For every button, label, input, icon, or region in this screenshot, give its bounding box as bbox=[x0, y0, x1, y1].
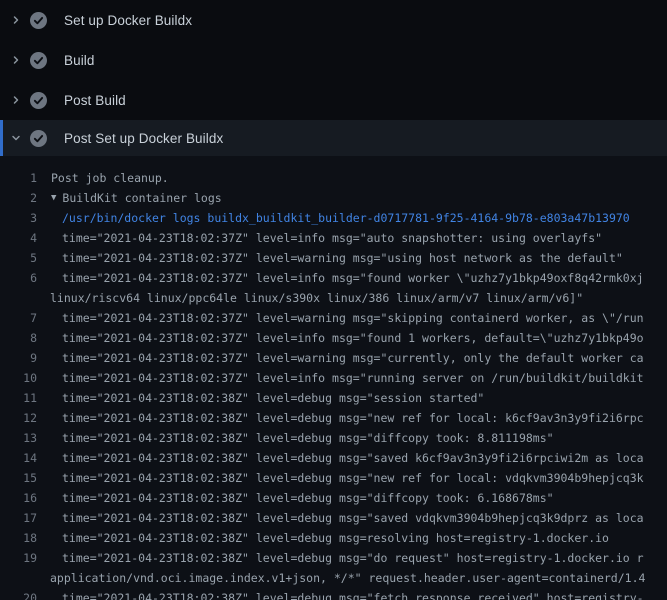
steps-list: Set up Docker Buildx Build P bbox=[0, 0, 667, 600]
log-line-number[interactable]: 13 bbox=[0, 428, 37, 448]
log-line: 5 time="2021-04-23T18:02:37Z" level=warn… bbox=[0, 248, 667, 268]
log-line: 20 time="2021-04-23T18:02:38Z" level=deb… bbox=[0, 588, 667, 600]
step-row-post-set-up-docker-buildx[interactable]: Post Set up Docker Buildx bbox=[0, 120, 667, 156]
log-line-number[interactable] bbox=[0, 568, 37, 588]
log-line-number[interactable]: 4 bbox=[0, 228, 37, 248]
log-line-number[interactable]: 14 bbox=[0, 448, 37, 468]
log-line-number[interactable]: 8 bbox=[0, 328, 37, 348]
step-label: Build bbox=[64, 53, 95, 68]
log-line-text[interactable]: BuildKit container logs bbox=[62, 188, 221, 208]
log-line-text: time="2021-04-23T18:02:38Z" level=debug … bbox=[62, 588, 644, 600]
log-line-number[interactable]: 11 bbox=[0, 388, 37, 408]
log-line: 17 time="2021-04-23T18:02:38Z" level=deb… bbox=[0, 508, 667, 528]
log-line-text: /usr/bin/docker logs buildx_buildkit_bui… bbox=[62, 208, 630, 228]
log-line-text: time="2021-04-23T18:02:38Z" level=debug … bbox=[62, 408, 644, 428]
log-line: 15 time="2021-04-23T18:02:38Z" level=deb… bbox=[0, 468, 667, 488]
chevron-right-icon bbox=[8, 52, 24, 68]
log-line-number[interactable]: 16 bbox=[0, 488, 37, 508]
log-line: 18 time="2021-04-23T18:02:38Z" level=deb… bbox=[0, 528, 667, 548]
log-line: 9 time="2021-04-23T18:02:37Z" level=warn… bbox=[0, 348, 667, 368]
log-line: 14 time="2021-04-23T18:02:38Z" level=deb… bbox=[0, 448, 667, 468]
log-line-continuation: linux/riscv64 linux/ppc64le linux/s390x … bbox=[0, 288, 667, 308]
log-container: 1 Post job cleanup. 2 ▼ BuildKit contain… bbox=[0, 156, 667, 600]
check-circle-icon bbox=[30, 130, 47, 147]
log-line-text: time="2021-04-23T18:02:38Z" level=debug … bbox=[62, 548, 644, 568]
log-line-text: time="2021-04-23T18:02:37Z" level=warnin… bbox=[62, 248, 623, 268]
log-line-text: time="2021-04-23T18:02:38Z" level=debug … bbox=[62, 468, 644, 488]
log-line-text: linux/riscv64 linux/ppc64le linux/s390x … bbox=[50, 288, 583, 308]
log-line-text: Post job cleanup. bbox=[51, 168, 169, 188]
log-line-number[interactable]: 2 bbox=[0, 188, 37, 208]
check-circle-icon bbox=[30, 92, 47, 109]
log-line-number[interactable]: 19 bbox=[0, 548, 37, 568]
log-line-number[interactable]: 20 bbox=[0, 588, 37, 600]
log-line: 4 time="2021-04-23T18:02:37Z" level=info… bbox=[0, 228, 667, 248]
log-line-text: time="2021-04-23T18:02:37Z" level=info m… bbox=[62, 328, 644, 348]
log-line-continuation: application/vnd.oci.image.index.v1+json,… bbox=[0, 568, 667, 588]
log-line: 3 /usr/bin/docker logs buildx_buildkit_b… bbox=[0, 208, 667, 228]
log-line-text: time="2021-04-23T18:02:38Z" level=debug … bbox=[62, 448, 644, 468]
log-line: 11 time="2021-04-23T18:02:38Z" level=deb… bbox=[0, 388, 667, 408]
chevron-right-icon bbox=[8, 12, 24, 28]
check-circle-icon bbox=[30, 52, 47, 69]
log-line-number[interactable]: 12 bbox=[0, 408, 37, 428]
log-line: 7 time="2021-04-23T18:02:37Z" level=warn… bbox=[0, 308, 667, 328]
log-line-number[interactable]: 9 bbox=[0, 348, 37, 368]
log-line: 2 ▼ BuildKit container logs bbox=[0, 188, 667, 208]
step-row-build[interactable]: Build bbox=[0, 40, 667, 80]
chevron-down-icon bbox=[8, 130, 24, 146]
log-line: 19 time="2021-04-23T18:02:38Z" level=deb… bbox=[0, 548, 667, 568]
log-line-text: time="2021-04-23T18:02:37Z" level=info m… bbox=[62, 368, 644, 388]
log-line-text: time="2021-04-23T18:02:37Z" level=info m… bbox=[62, 268, 644, 288]
log-line-text: time="2021-04-23T18:02:38Z" level=debug … bbox=[62, 388, 484, 408]
log-line: 16 time="2021-04-23T18:02:38Z" level=deb… bbox=[0, 488, 667, 508]
step-row-set-up-docker-buildx[interactable]: Set up Docker Buildx bbox=[0, 0, 667, 40]
log-line: 1 Post job cleanup. bbox=[0, 168, 667, 188]
log-line-number[interactable]: 1 bbox=[0, 168, 37, 188]
log-line-number[interactable]: 17 bbox=[0, 508, 37, 528]
chevron-right-icon bbox=[8, 92, 24, 108]
log-group-toggle-icon[interactable]: ▼ bbox=[51, 188, 56, 208]
log-line: 6 time="2021-04-23T18:02:37Z" level=info… bbox=[0, 268, 667, 288]
log-line: 12 time="2021-04-23T18:02:38Z" level=deb… bbox=[0, 408, 667, 428]
check-circle-icon bbox=[30, 12, 47, 29]
log-line-number[interactable]: 3 bbox=[0, 208, 37, 228]
log-line-text: application/vnd.oci.image.index.v1+json,… bbox=[50, 568, 645, 588]
log-line: 8 time="2021-04-23T18:02:37Z" level=info… bbox=[0, 328, 667, 348]
log-line-number[interactable]: 10 bbox=[0, 368, 37, 388]
log-line-number[interactable]: 15 bbox=[0, 468, 37, 488]
log-line-text: time="2021-04-23T18:02:37Z" level=warnin… bbox=[62, 348, 644, 368]
log-line-text: time="2021-04-23T18:02:38Z" level=debug … bbox=[62, 488, 554, 508]
step-label: Post Build bbox=[64, 93, 126, 108]
log-line: 10 time="2021-04-23T18:02:37Z" level=inf… bbox=[0, 368, 667, 388]
log-line-text: time="2021-04-23T18:02:37Z" level=info m… bbox=[62, 228, 602, 248]
log-line-number[interactable] bbox=[0, 288, 37, 308]
workflow-job-log-panel: Set up Docker Buildx Build P bbox=[0, 0, 667, 600]
log-line-text: time="2021-04-23T18:02:38Z" level=debug … bbox=[62, 428, 554, 448]
log-line-text: time="2021-04-23T18:02:38Z" level=debug … bbox=[62, 508, 644, 528]
step-label: Post Set up Docker Buildx bbox=[64, 131, 223, 146]
log-line-number[interactable]: 6 bbox=[0, 268, 37, 288]
log-line-number[interactable]: 5 bbox=[0, 248, 37, 268]
step-row-post-build[interactable]: Post Build bbox=[0, 80, 667, 120]
log-line-text: time="2021-04-23T18:02:38Z" level=debug … bbox=[62, 528, 609, 548]
log-line: 13 time="2021-04-23T18:02:38Z" level=deb… bbox=[0, 428, 667, 448]
log-line-text: time="2021-04-23T18:02:37Z" level=warnin… bbox=[62, 308, 644, 328]
log-line-number[interactable]: 18 bbox=[0, 528, 37, 548]
step-label: Set up Docker Buildx bbox=[64, 13, 192, 28]
log-line-number[interactable]: 7 bbox=[0, 308, 37, 328]
